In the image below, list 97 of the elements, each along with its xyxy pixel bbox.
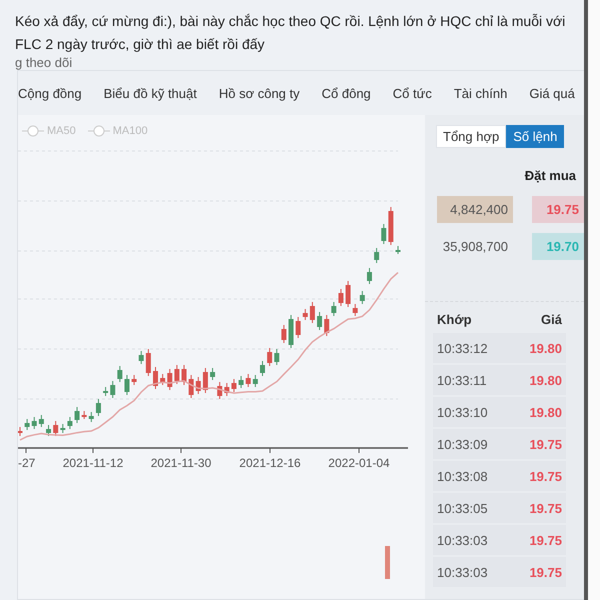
comment-text: Kéo xả đẩy, cứ mừng đi:), bài này chắc học theo QC rồi. Lệnh lớn ở HQC chỉ là muỗi với FLC 2 ngày trước, giờ thì ae biết rồi đấy <box>15 12 566 54</box>
nav-tab[interactable]: Biểu đồ kỹ thuật <box>104 86 197 100</box>
trade-price: 19.75 <box>529 532 562 548</box>
column-header: Giá <box>541 312 562 327</box>
candlestick <box>274 348 280 366</box>
candlestick <box>210 368 216 380</box>
candlestick <box>96 398 101 416</box>
candlestick <box>331 302 336 316</box>
candlestick <box>267 348 272 366</box>
candlestick <box>160 374 166 386</box>
candlestick <box>224 382 230 396</box>
trade-time: 10:33:03 <box>437 532 488 548</box>
trade-price: 19.75 <box>529 564 562 580</box>
trade-time: 10:33:11 <box>437 372 487 388</box>
candlestick <box>246 374 251 388</box>
candlestick <box>260 360 265 376</box>
nav-tab[interactable]: Giá quá <box>529 86 575 100</box>
volume-bar <box>385 546 390 579</box>
candlestick <box>74 406 80 424</box>
candlestick <box>302 308 308 320</box>
candlestick <box>67 416 72 430</box>
candlestick <box>53 420 58 436</box>
trade-time: 10:33:05 <box>437 500 488 516</box>
candlestick <box>60 424 66 434</box>
candlestick <box>196 376 201 394</box>
candlestick <box>117 366 122 382</box>
bid-price: 19.75 <box>532 196 584 222</box>
candlestick <box>188 374 194 398</box>
candlestick <box>310 302 315 324</box>
candlestick <box>396 246 400 254</box>
trade-price: 19.80 <box>529 404 562 420</box>
candlestick <box>110 380 116 398</box>
candlestick <box>252 374 258 388</box>
candlestick <box>32 416 37 430</box>
nav-tab[interactable]: Hồ sơ công ty <box>218 86 300 100</box>
column-header: Khớp <box>437 312 472 327</box>
candlestick <box>381 224 386 244</box>
nav-tab[interactable]: Cổ đông <box>322 86 371 100</box>
candlestick <box>146 348 151 376</box>
candlestick <box>38 414 44 428</box>
bid-volume: 35,908,700 <box>442 238 509 256</box>
nav-tab[interactable]: Cộng đồng <box>18 86 82 100</box>
candlestick <box>360 290 365 304</box>
candlestick <box>288 314 294 348</box>
candlestick <box>346 280 351 308</box>
bid-price: 19.70 <box>532 232 584 260</box>
candlestick <box>281 324 286 344</box>
trade-price: 19.75 <box>529 436 562 452</box>
trade-price: 19.75 <box>529 468 562 484</box>
candlestick <box>82 410 87 420</box>
candlestick <box>138 350 144 364</box>
candlestick <box>103 386 108 396</box>
candlestick <box>167 368 172 390</box>
axis-label: -27 <box>18 456 36 470</box>
candlestick <box>18 426 22 436</box>
trade-time: 10:33:09 <box>437 436 488 452</box>
candlestick <box>317 312 322 330</box>
candlestick <box>366 268 372 284</box>
candlestick <box>217 382 222 400</box>
follow-label: g theo dõi <box>15 56 74 70</box>
trade-price: 19.80 <box>529 372 562 388</box>
trade-time: 10:33:08 <box>437 468 488 484</box>
legend-marker-icon <box>88 125 110 137</box>
nav-tab[interactable]: Cổ tức <box>392 86 432 100</box>
candlestick <box>153 366 158 390</box>
trade-time: 10:33:12 <box>437 340 488 356</box>
trade-price: 19.75 <box>529 500 562 516</box>
candlestick <box>88 412 94 422</box>
legend-marker-icon <box>22 125 44 137</box>
candlestick <box>231 378 236 392</box>
candlestick <box>174 364 180 384</box>
axis-label: 2021-12-16 <box>239 456 301 470</box>
nav-tab[interactable]: Tài chính <box>454 86 508 100</box>
bid-volume: 4,842,400 <box>437 196 513 222</box>
candlestick <box>338 288 344 306</box>
candlestick <box>238 376 244 388</box>
candlestick <box>132 374 137 386</box>
candlestick <box>352 304 358 316</box>
candlestick <box>24 418 30 430</box>
column-header: Đặt mua <box>524 168 576 183</box>
scrollbar[interactable] <box>584 0 600 600</box>
candlestick <box>46 424 52 436</box>
candlestick <box>202 368 208 394</box>
axis-label: 2021-11-30 <box>150 456 212 470</box>
view-toggle[interactable]: Tổng hợp <box>436 125 506 148</box>
candlestick <box>388 206 394 246</box>
candlestick <box>324 314 330 336</box>
axis-label: 2022-01-04 <box>328 456 390 470</box>
trade-time: 10:33:10 <box>437 404 488 420</box>
trade-time: 10:33:03 <box>437 564 488 580</box>
axis-label: 2021-11-12 <box>62 456 124 470</box>
candlestick <box>296 316 301 338</box>
candlestick <box>374 248 380 264</box>
view-toggle[interactable]: Số lệnh <box>506 125 564 148</box>
trade-price: 19.80 <box>529 340 562 356</box>
candlestick <box>124 374 130 396</box>
candlestick <box>182 364 187 386</box>
